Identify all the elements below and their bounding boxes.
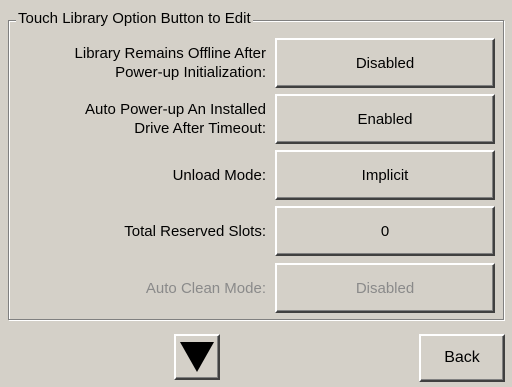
option-label-line: Power-up Initialization:: [115, 64, 266, 81]
group-title: Touch Library Option Button to Edit: [16, 10, 253, 28]
scroll-down-button[interactable]: [174, 334, 220, 380]
option-label-auto-power-up: Auto Power-up An Installed Drive After T…: [85, 100, 266, 138]
option-label-line: Unload Mode:: [172, 167, 266, 184]
total-reserved-slots-button[interactable]: 0: [275, 206, 495, 256]
back-button[interactable]: Back: [419, 334, 505, 382]
option-label-line: Auto Clean Mode:: [145, 280, 266, 297]
library-offline-button[interactable]: Disabled: [275, 38, 495, 88]
option-label-library-offline: Library Remains Offline After Power-up I…: [75, 44, 266, 82]
auto-power-up-button[interactable]: Enabled: [275, 94, 495, 144]
unload-mode-button[interactable]: Implicit: [275, 150, 495, 200]
option-label-unload-mode: Unload Mode:: [173, 166, 266, 185]
auto-clean-mode-button: Disabled: [275, 263, 495, 313]
option-label-line: Drive After Timeout:: [134, 120, 266, 137]
option-label-line: Total Reserved Slots:: [124, 223, 266, 240]
option-label-total-reserved-slots: Total Reserved Slots:: [124, 222, 266, 241]
arrow-down-icon: [180, 342, 214, 372]
option-label-line: Auto Power-up An Installed: [85, 101, 266, 118]
option-label-line: Library Remains Offline After: [74, 45, 266, 62]
option-label-auto-clean-mode: Auto Clean Mode:: [146, 279, 266, 298]
